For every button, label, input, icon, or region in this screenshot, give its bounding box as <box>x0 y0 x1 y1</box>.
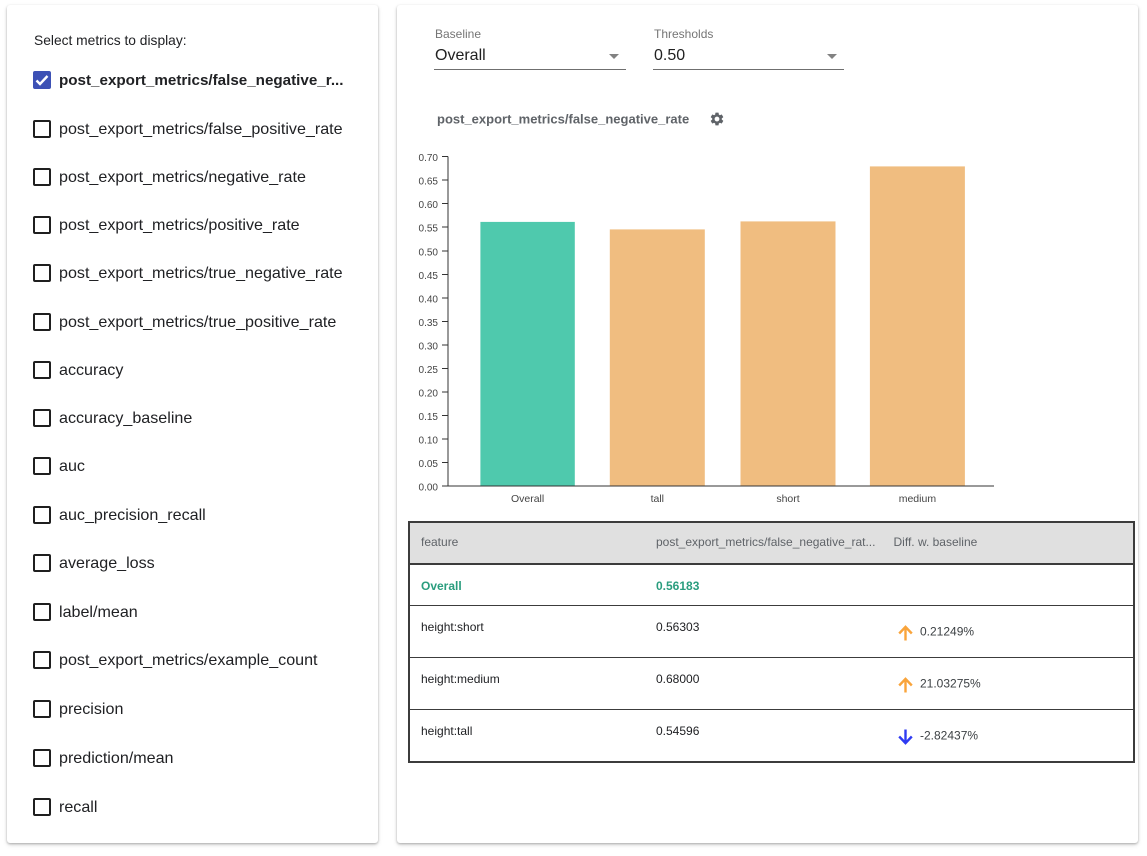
svg-text:0.00: 0.00 <box>419 483 439 494</box>
svg-text:tall: tall <box>651 493 664 505</box>
svg-text:0.45: 0.45 <box>419 271 439 282</box>
svg-text:0.10: 0.10 <box>419 436 439 447</box>
svg-text:0.60: 0.60 <box>419 200 439 211</box>
svg-text:short: short <box>776 493 799 505</box>
svg-text:0.35: 0.35 <box>419 318 439 329</box>
svg-text:0.40: 0.40 <box>419 294 439 305</box>
svg-text:0.50: 0.50 <box>419 247 439 258</box>
svg-text:Overall: Overall <box>511 493 544 505</box>
svg-text:0.70: 0.70 <box>419 153 439 164</box>
svg-text:0.15: 0.15 <box>419 412 439 423</box>
svg-text:medium: medium <box>899 493 937 505</box>
svg-text:0.25: 0.25 <box>419 365 439 376</box>
svg-text:0.05: 0.05 <box>419 459 439 470</box>
svg-text:0.55: 0.55 <box>419 224 439 235</box>
svg-text:0.30: 0.30 <box>419 341 439 352</box>
svg-text:0.65: 0.65 <box>419 177 439 188</box>
svg-text:0.20: 0.20 <box>419 388 439 399</box>
